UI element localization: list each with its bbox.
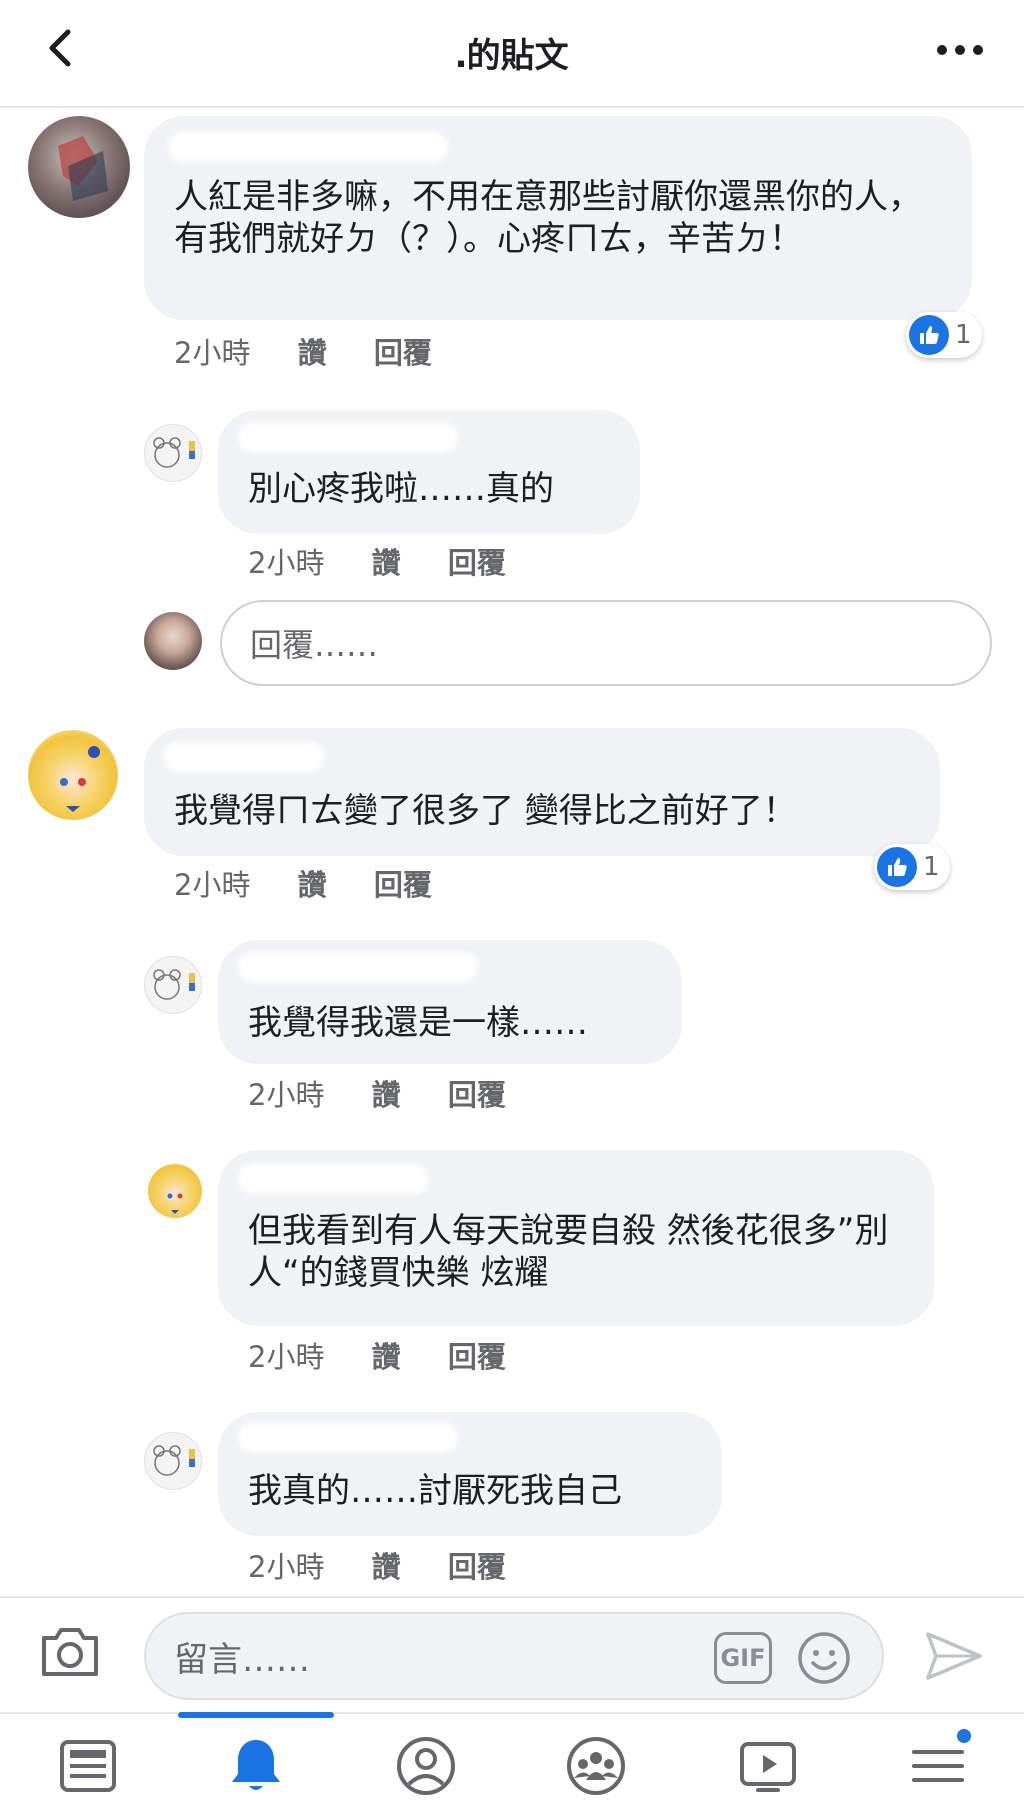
active-tab-indicator	[178, 1712, 334, 1718]
reaction-summary[interactable]: 1	[906, 312, 982, 358]
camera-icon[interactable]	[38, 1622, 102, 1682]
avatar[interactable]	[144, 956, 202, 1014]
more-options-icon[interactable]	[934, 30, 986, 70]
reply-button[interactable]: 回覆	[374, 862, 432, 904]
comment-time: 2小時	[248, 1340, 325, 1374]
comment-bubble[interactable]: 我真的……討厭死我自己	[218, 1412, 722, 1536]
comment-meta: 2小時 讚 回覆	[248, 1072, 544, 1114]
like-button[interactable]: 讚	[372, 540, 401, 582]
watch-icon[interactable]	[736, 1734, 800, 1798]
comment-meta: 2小時 讚 回覆	[174, 862, 470, 904]
comment-meta: 2小時 讚 回覆	[174, 330, 470, 372]
comment-bubble[interactable]: 別心疼我啦……真的	[218, 410, 640, 534]
comment-text: 我覺得我還是一樣……	[248, 1003, 588, 1043]
emoji-icon[interactable]	[796, 1630, 852, 1686]
reply-input-placeholder: 回覆……	[250, 626, 379, 664]
comment-time: 2小時	[174, 868, 251, 902]
avatar[interactable]	[144, 424, 202, 482]
reaction-count: 1	[955, 320, 972, 350]
reaction-summary[interactable]: 1	[874, 844, 950, 890]
groups-icon[interactable]	[564, 1734, 628, 1798]
like-reaction-icon	[877, 847, 917, 887]
comment-meta: 2小時 讚 回覆	[248, 1544, 544, 1586]
comment-bubble[interactable]: 人紅是非多嘛，不用在意那些討厭你還黑你的人，有我們就好ㄉ（？）。心疼ㄇㄊ，辛苦ㄉ…	[144, 116, 972, 320]
like-button[interactable]: 讚	[372, 1072, 401, 1114]
comment-input[interactable]: 留言…… GIF	[144, 1612, 884, 1700]
notification-dot	[954, 1726, 974, 1746]
comment-time: 2小時	[248, 546, 325, 580]
page-title: ․的貼文	[455, 36, 569, 76]
comment-time: 2小時	[248, 1078, 325, 1112]
top-bar: ․的貼文	[0, 0, 1024, 108]
comment-text: 我真的……討厭死我自己	[248, 1471, 622, 1511]
bottom-navigation	[0, 1712, 1024, 1820]
reply-input[interactable]: 回覆……	[220, 600, 992, 686]
comment-bubble[interactable]: 我覺得ㄇㄊ變了很多了 變得比之前好了！	[144, 728, 940, 856]
reply-button[interactable]: 回覆	[448, 1334, 506, 1376]
comment-text: 別心疼我啦……真的	[248, 469, 554, 509]
comment-time: 2小時	[174, 336, 251, 370]
reply-button[interactable]: 回覆	[448, 1544, 506, 1586]
send-icon[interactable]	[922, 1624, 986, 1688]
like-reaction-icon	[909, 315, 949, 355]
comment-bubble[interactable]: 但我看到有人每天說要自殺 然後花很多”別人“的錢買快樂 炫耀	[218, 1150, 934, 1326]
comment-text: 人紅是非多嘛，不用在意那些討厭你還黑你的人，有我們就好ㄉ（？）。心疼ㄇㄊ，辛苦ㄉ…	[174, 177, 922, 259]
like-button[interactable]: 讚	[298, 330, 327, 372]
reply-button[interactable]: 回覆	[448, 1072, 506, 1114]
like-button[interactable]: 讚	[298, 862, 327, 904]
reaction-count: 1	[923, 852, 940, 882]
menu-icon[interactable]	[906, 1726, 974, 1798]
commenter-name[interactable]	[238, 1422, 458, 1452]
news-feed-icon[interactable]	[56, 1734, 120, 1798]
comment-composer: 留言…… GIF	[0, 1596, 1024, 1712]
comment-input-placeholder: 留言……	[174, 1639, 310, 1680]
comment-meta: 2小時 讚 回覆	[248, 1334, 544, 1376]
comment-bubble[interactable]: 我覺得我還是一樣……	[218, 940, 682, 1064]
current-user-avatar	[144, 612, 202, 670]
comment-text: 但我看到有人每天說要自殺 然後花很多”別人“的錢買快樂 炫耀	[248, 1211, 889, 1293]
avatar[interactable]	[28, 116, 130, 218]
commenter-name[interactable]	[164, 742, 324, 772]
commenter-name[interactable]	[168, 132, 448, 162]
like-button[interactable]: 讚	[372, 1334, 401, 1376]
comment-time: 2小時	[248, 1550, 325, 1584]
avatar[interactable]	[148, 1164, 202, 1218]
reply-button[interactable]: 回覆	[374, 330, 432, 372]
profile-icon[interactable]	[394, 1734, 458, 1798]
notifications-icon[interactable]	[224, 1734, 288, 1798]
comment-meta: 2小時 讚 回覆	[248, 540, 544, 582]
avatar[interactable]	[28, 730, 118, 820]
commenter-name[interactable]	[238, 1164, 428, 1194]
like-button[interactable]: 讚	[372, 1544, 401, 1586]
comment-text: 我覺得ㄇㄊ變了很多了 變得比之前好了！	[174, 791, 797, 831]
gif-button[interactable]: GIF	[714, 1632, 772, 1684]
avatar[interactable]	[144, 1432, 202, 1490]
commenter-name[interactable]	[238, 422, 458, 452]
commenter-name[interactable]	[238, 952, 478, 982]
reply-button[interactable]: 回覆	[448, 540, 506, 582]
